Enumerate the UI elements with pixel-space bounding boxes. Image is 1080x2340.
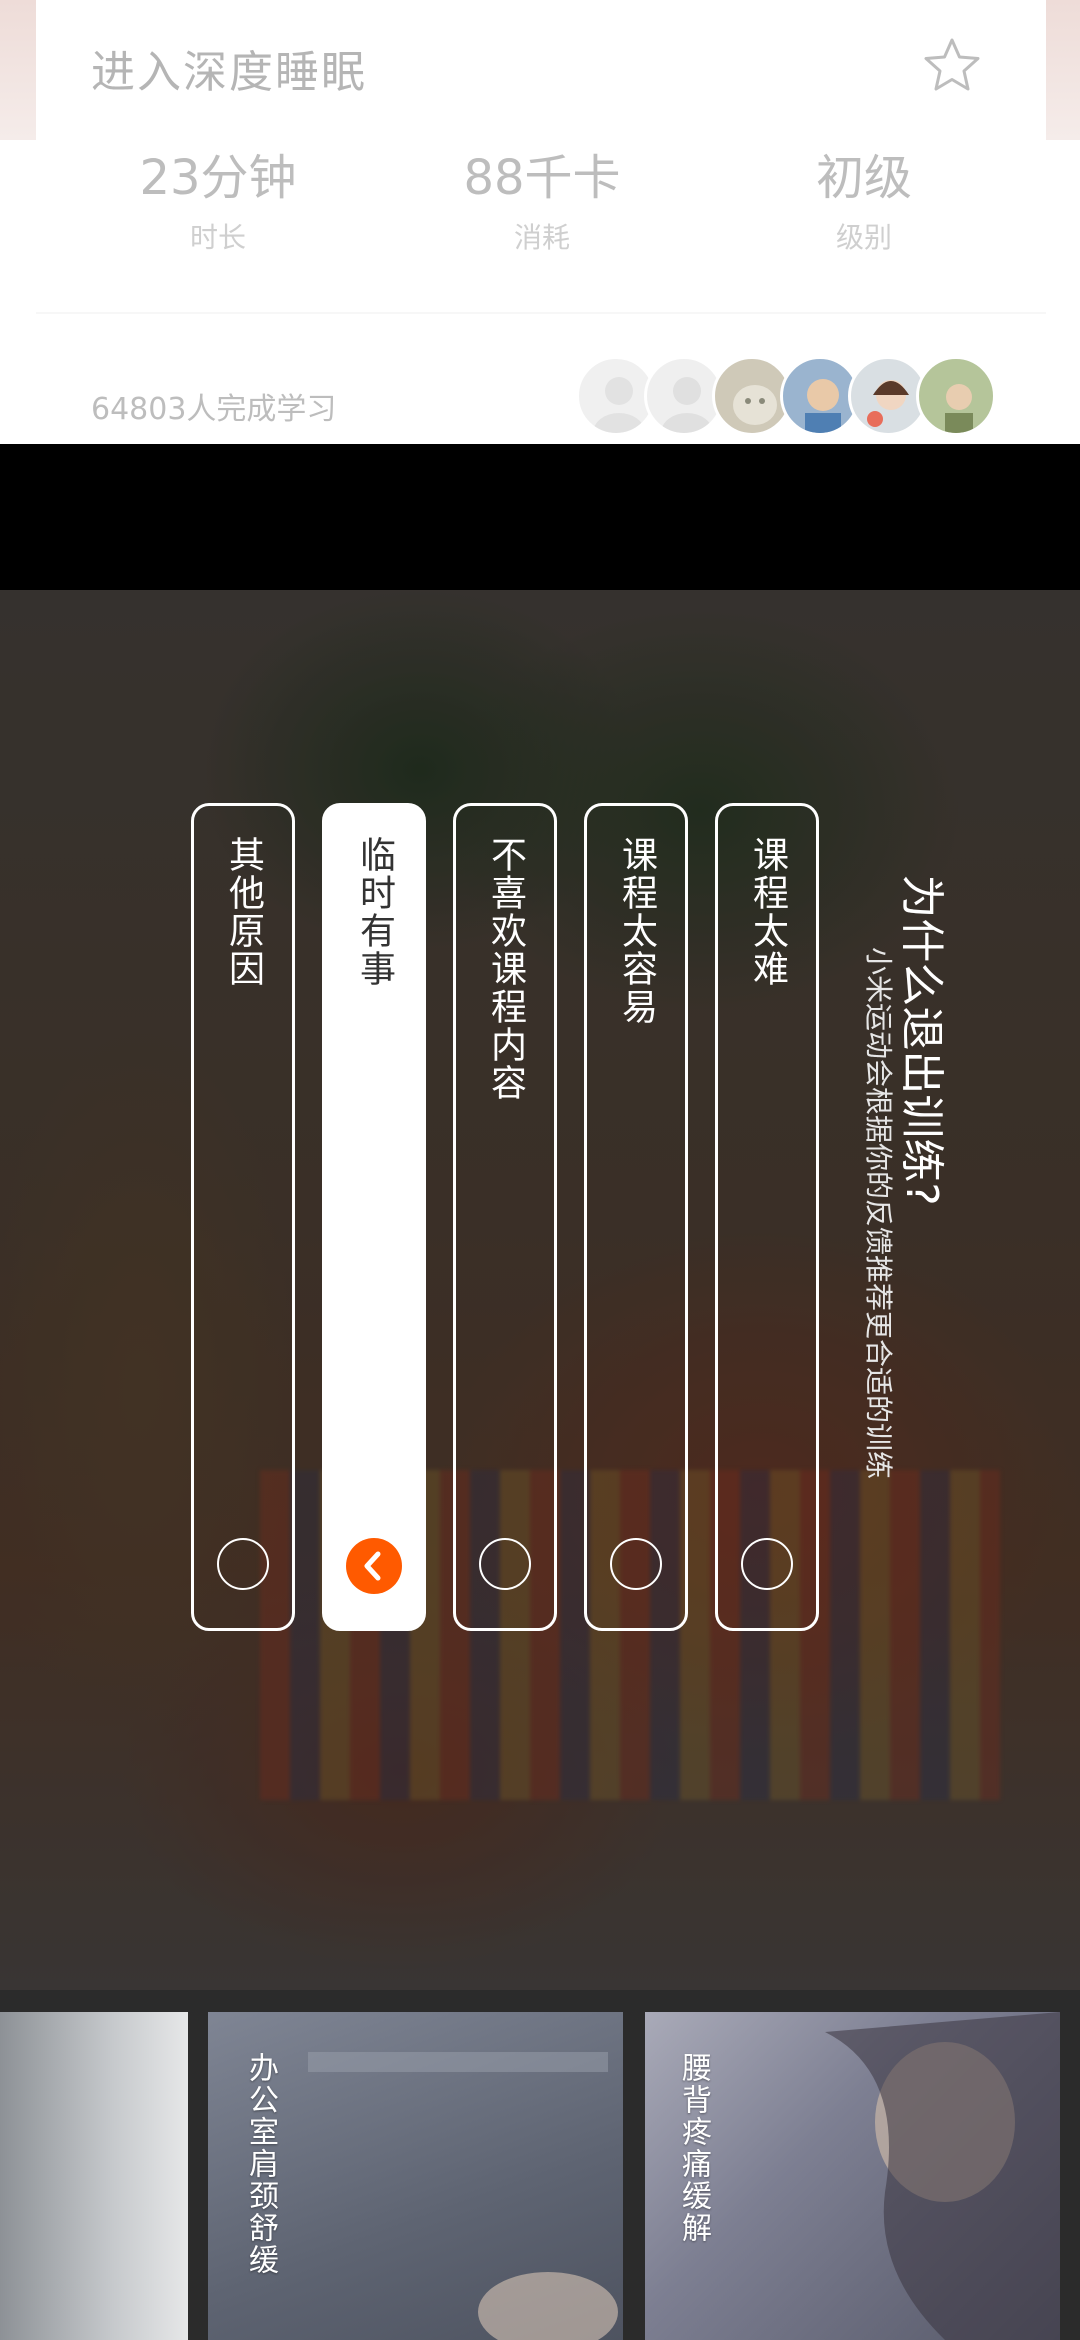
survey-question: 为什么退出训练? — [896, 874, 947, 1206]
header-image-edge-left — [0, 0, 36, 140]
option-label: 不喜欢课程内容 — [485, 836, 526, 1102]
screen: 进入深度睡眠 23分钟 时长 88千卡 消耗 初级 级别 64803人完成学习 — [0, 0, 1080, 2340]
course-title: 进入深度睡眠 — [91, 47, 367, 98]
radio-unchecked-icon[interactable] — [479, 1538, 531, 1590]
stat-label: 级别 — [835, 221, 892, 254]
stat-value: 88千卡 — [463, 150, 621, 206]
radio-unchecked-icon[interactable] — [610, 1538, 662, 1590]
stat-value: 23分钟 — [139, 150, 297, 206]
radio-unchecked-icon[interactable] — [741, 1538, 793, 1590]
header-image-edge-right — [1044, 0, 1080, 140]
stat-label: 时长 — [189, 221, 246, 254]
option-too-easy[interactable]: 课程太容易 — [584, 803, 688, 1631]
rec-card-title: 腰背疼痛缓解 — [676, 2052, 711, 2244]
recommendation-strip: 腰背疼痛缓解 办公室肩颈舒缓 — [0, 1990, 1080, 2340]
rec-card-partial[interactable] — [0, 2012, 188, 2340]
option-label: 课程太容易 — [616, 836, 657, 1026]
learner-avatars[interactable] — [576, 356, 1026, 436]
course-info-section: 进入深度睡眠 23分钟 时长 88千卡 消耗 初级 级别 64803人完成学习 — [0, 0, 1080, 444]
stat-value: 初级 — [815, 150, 912, 206]
stat-duration: 23分钟 时长 — [88, 150, 348, 256]
rec-card-back-pain[interactable]: 腰背疼痛缓解 — [645, 2012, 1060, 2340]
option-label: 临时有事 — [354, 836, 395, 988]
rec-card-office-neck[interactable]: 办公室肩颈舒缓 — [208, 2012, 623, 2340]
stat-level: 初级 级别 — [734, 150, 994, 256]
stat-calories: 88千卡 消耗 — [412, 150, 672, 256]
rec-card-title: 办公室肩颈舒缓 — [243, 2052, 278, 2276]
stat-label: 消耗 — [513, 221, 570, 254]
survey-subtitle: 小米运动会根据你的反馈推荐更合适的训练 — [862, 946, 895, 1480]
learners-count: 64803人完成学习 — [91, 392, 337, 427]
avatar — [916, 356, 996, 436]
divider — [36, 312, 1046, 314]
radio-unchecked-icon[interactable] — [217, 1538, 269, 1590]
option-something-came-up[interactable]: 临时有事 — [322, 803, 426, 1631]
option-dislike-content[interactable]: 不喜欢课程内容 — [453, 803, 557, 1631]
radio-checked-icon[interactable] — [346, 1538, 402, 1594]
option-label: 课程太难 — [747, 836, 788, 988]
video-letterbox — [0, 444, 1080, 590]
option-label: 其他原因 — [223, 836, 264, 988]
option-other-reason[interactable]: 其他原因 — [191, 803, 295, 1631]
course-card: 进入深度睡眠 23分钟 时长 88千卡 消耗 初级 级别 64803人完成学习 — [36, 0, 1046, 444]
star-icon[interactable] — [920, 34, 984, 98]
option-too-hard[interactable]: 课程太难 — [715, 803, 819, 1631]
